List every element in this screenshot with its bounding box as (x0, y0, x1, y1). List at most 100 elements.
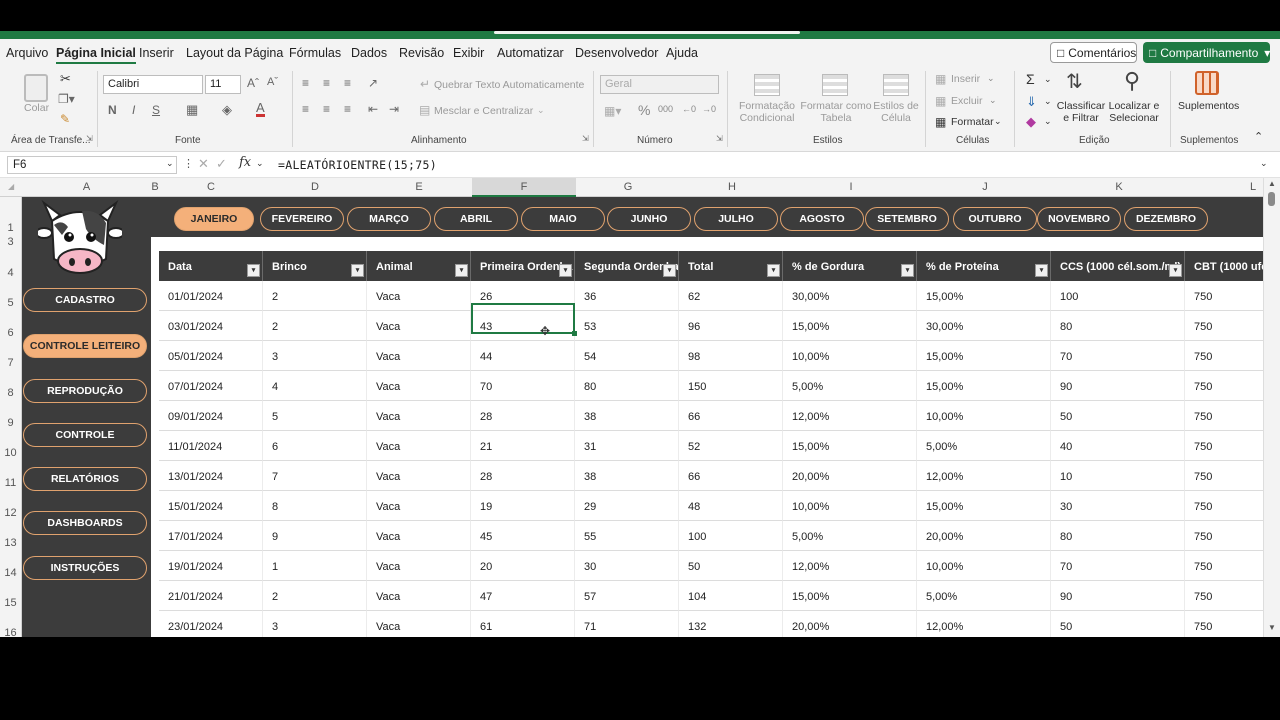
table-cell[interactable]: 55 (575, 521, 679, 551)
table-cell[interactable]: 15,00% (917, 281, 1051, 311)
column-header[interactable]: E (367, 181, 471, 193)
table-cell[interactable]: 30,00% (783, 281, 917, 311)
table-cell[interactable]: 61 (471, 611, 575, 637)
align-right-icon[interactable]: ≡ (344, 103, 351, 115)
table-cell[interactable]: 9 (263, 521, 367, 551)
month-novembro[interactable]: NOVEMBRO (1037, 207, 1121, 231)
align-bottom-icon[interactable]: ≡ (344, 77, 351, 89)
table-cell[interactable]: 15,00% (917, 491, 1051, 521)
filter-dropdown-icon[interactable]: ▾ (767, 264, 780, 277)
table-cell[interactable]: 20 (471, 551, 575, 581)
select-all-icon[interactable]: ◢ (8, 183, 14, 191)
nav-controle-leiteiro[interactable]: CONTROLE LEITEIRO (23, 334, 147, 358)
find-label-2[interactable]: Selecionar (1104, 112, 1164, 124)
row-header[interactable]: 9 (0, 417, 21, 429)
format-cells-label[interactable]: Formatar (951, 116, 994, 128)
table-cell[interactable]: Vaca (367, 521, 471, 551)
table-cell[interactable]: 62 (679, 281, 783, 311)
table-cell[interactable]: 5,00% (917, 431, 1051, 461)
table-cell[interactable]: 90 (1051, 581, 1185, 611)
nav-controle[interactable]: CONTROLE (23, 423, 147, 447)
table-cell[interactable]: 12,00% (783, 401, 917, 431)
chevron-down-icon[interactable]: ⌄ (537, 106, 545, 115)
fill-color-icon[interactable]: ◈ (222, 103, 232, 116)
table-cell[interactable]: 19/01/2024 (159, 551, 263, 581)
filter-dropdown-icon[interactable]: ▾ (455, 264, 468, 277)
column-header[interactable]: H (680, 181, 784, 193)
chevron-down-icon[interactable]: ⌄ (1044, 75, 1052, 84)
align-middle-icon[interactable]: ≡ (323, 77, 330, 89)
month-dezembro[interactable]: DEZEMBRO (1124, 207, 1208, 231)
scroll-up-icon[interactable]: ▲ (1268, 180, 1276, 188)
table-cell[interactable]: 5,00% (783, 371, 917, 401)
name-box[interactable]: F6 (7, 156, 177, 174)
align-left-icon[interactable]: ≡ (302, 103, 309, 115)
menu-layout[interactable]: Layout da Página (186, 46, 283, 60)
column-header[interactable]: B (151, 181, 159, 193)
format-table-label-1[interactable]: Formatar como (800, 100, 872, 112)
table-cell[interactable]: 750 (1185, 341, 1263, 371)
table-cell[interactable]: 38 (575, 401, 679, 431)
insert-cells-label[interactable]: Inserir (951, 73, 980, 85)
share-button[interactable]: □ Compartilhamento ▾ (1143, 42, 1270, 63)
menu-arquivo[interactable]: Arquivo (6, 46, 48, 60)
insert-function-icon[interactable]: fx (239, 156, 251, 169)
row-header[interactable]: 6 (0, 327, 21, 339)
table-cell[interactable]: 2 (263, 281, 367, 311)
cancel-icon[interactable]: ✕ (198, 157, 209, 170)
table-cell[interactable]: 29 (575, 491, 679, 521)
merge-label[interactable]: Mesclar e Centralizar (434, 105, 533, 117)
table-cell[interactable]: 96 (679, 311, 783, 341)
filter-dropdown-icon[interactable]: ▾ (559, 264, 572, 277)
menu-dados[interactable]: Dados (351, 46, 387, 60)
table-cell[interactable]: 5,00% (783, 521, 917, 551)
table-cell[interactable]: 12,00% (917, 461, 1051, 491)
menu-revisao[interactable]: Revisão (399, 46, 444, 60)
table-cell[interactable]: 12,00% (783, 551, 917, 581)
chevron-down-icon[interactable]: ⌄ (994, 117, 1002, 126)
nav-relatorios[interactable]: RELATÓRIOS (23, 467, 147, 491)
nav-cadastro[interactable]: CADASTRO (23, 288, 147, 312)
month-janeiro[interactable]: JANEIRO (174, 207, 254, 231)
table-cell[interactable]: 2 (263, 581, 367, 611)
autosum-icon[interactable]: Σ (1026, 72, 1035, 86)
chevron-down-icon[interactable]: ⌄ (987, 74, 995, 83)
row-header[interactable]: 15 (0, 597, 21, 609)
table-cell[interactable]: 70 (1051, 551, 1185, 581)
row-header[interactable]: 4 (0, 267, 21, 279)
table-cell[interactable]: Vaca (367, 371, 471, 401)
percent-icon[interactable]: % (638, 103, 650, 117)
nav-instrucoes[interactable]: INSTRUÇÕES (23, 556, 147, 580)
table-cell[interactable]: 30 (575, 551, 679, 581)
row-header[interactable]: 7 (0, 357, 21, 369)
font-color-icon[interactable]: A (256, 101, 265, 117)
table-cell[interactable]: 80 (1051, 311, 1185, 341)
menu-formulas[interactable]: Fórmulas (289, 46, 341, 60)
menu-automatizar[interactable]: Automatizar (497, 46, 564, 60)
table-cell[interactable]: 750 (1185, 281, 1263, 311)
table-cell[interactable]: 48 (679, 491, 783, 521)
menu-inserir[interactable]: Inserir (139, 46, 174, 60)
table-cell[interactable]: 20,00% (783, 611, 917, 637)
row-header[interactable]: 16 (0, 627, 21, 639)
table-cell[interactable]: 09/01/2024 (159, 401, 263, 431)
more-icon[interactable]: ⋮ (183, 159, 194, 170)
filter-dropdown-icon[interactable]: ▾ (663, 264, 676, 277)
cell-styles-label-1[interactable]: Estilos de (870, 100, 922, 112)
format-painter-icon[interactable]: ✎ (60, 113, 70, 125)
formula-text[interactable]: =ALEATÓRIOENTRE(15;75) (278, 158, 437, 172)
table-cell[interactable]: 10,00% (783, 341, 917, 371)
cond-format-label-2[interactable]: Condicional (735, 112, 799, 124)
row-header[interactable]: 1 (0, 222, 21, 234)
wrap-text-label[interactable]: Quebrar Texto Automaticamente (434, 79, 584, 91)
table-cell[interactable]: 28 (471, 401, 575, 431)
table-cell[interactable]: 750 (1185, 311, 1263, 341)
currency-icon[interactable]: ▦▾ (604, 105, 621, 117)
table-cell[interactable]: 20,00% (917, 521, 1051, 551)
table-cell[interactable]: 01/01/2024 (159, 281, 263, 311)
sort-filter-icon[interactable]: ⇅ (1066, 72, 1083, 92)
table-cell[interactable]: 07/01/2024 (159, 371, 263, 401)
table-cell[interactable]: 6 (263, 431, 367, 461)
row-header[interactable]: 3 (0, 236, 21, 248)
collapse-ribbon-icon[interactable]: ⌃ (1254, 132, 1263, 143)
